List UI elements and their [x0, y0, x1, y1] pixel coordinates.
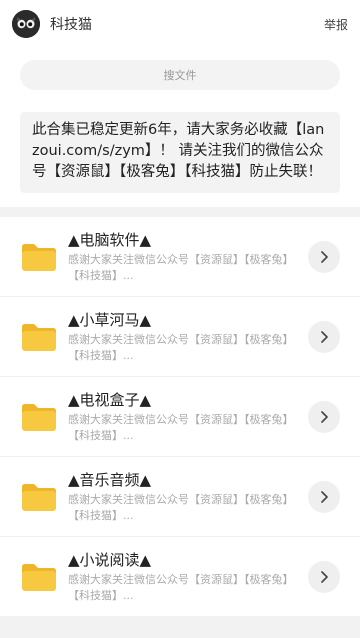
open-folder-button[interactable] [308, 480, 340, 513]
folder-item[interactable]: ▲小草河马▲ 感谢大家关注微信公众号【资源鼠】【极客兔】【科技猫】... [0, 297, 360, 377]
collection-notice: 此合集已稳定更新6年，请大家务必收藏【lanzoui.com/s/zym】！ 请… [20, 112, 340, 193]
folder-item[interactable]: ▲电视盒子▲ 感谢大家关注微信公众号【资源鼠】【极客兔】【科技猫】... [0, 377, 360, 457]
chevron-right-icon [321, 490, 328, 503]
chevron-right-icon [321, 250, 328, 263]
chevron-right-icon [321, 330, 328, 343]
folder-name: ▲音乐音频▲ [68, 470, 152, 489]
app-title: 科技猫 [50, 17, 92, 33]
folder-name: ▲电视盒子▲ [68, 390, 152, 409]
open-folder-button[interactable] [308, 320, 340, 353]
search-input[interactable]: 搜文件 [20, 60, 340, 90]
chevron-right-icon [321, 410, 328, 423]
folder-item[interactable]: ▲电脑软件▲ 感谢大家关注微信公众号【资源鼠】【极客兔】【科技猫】... [0, 217, 360, 297]
open-folder-button[interactable] [308, 400, 340, 433]
folder-name: ▲小说阅读▲ [68, 550, 152, 569]
folder-name: ▲电脑软件▲ [68, 230, 152, 249]
folder-item[interactable]: ▲小说阅读▲ 感谢大家关注微信公众号【资源鼠】【极客兔】【科技猫】... [0, 537, 360, 617]
folder-description: 感谢大家关注微信公众号【资源鼠】【极客兔】【科技猫】... [68, 572, 294, 602]
cat-avatar-icon[interactable] [12, 10, 40, 38]
chevron-right-icon [321, 570, 328, 583]
app-header: 科技猫 举报 [0, 0, 360, 48]
open-folder-button[interactable] [308, 240, 340, 273]
folder-description: 感谢大家关注微信公众号【资源鼠】【极客兔】【科技猫】... [68, 492, 294, 522]
folder-item[interactable]: ▲音乐音频▲ 感谢大家关注微信公众号【资源鼠】【极客兔】【科技猫】... [0, 457, 360, 537]
report-link[interactable]: 举报 [324, 16, 348, 33]
folder-name: ▲小草河马▲ [68, 310, 152, 329]
folder-description: 感谢大家关注微信公众号【资源鼠】【极客兔】【科技猫】... [68, 252, 294, 282]
folder-description: 感谢大家关注微信公众号【资源鼠】【极客兔】【科技猫】... [68, 332, 294, 362]
section-divider [0, 207, 360, 217]
folder-icon [22, 403, 56, 431]
folder-list: ▲电脑软件▲ 感谢大家关注微信公众号【资源鼠】【极客兔】【科技猫】... ▲小草… [0, 217, 360, 617]
open-folder-button[interactable] [308, 560, 340, 593]
folder-icon [22, 323, 56, 351]
folder-icon [22, 243, 56, 271]
folder-icon [22, 563, 56, 591]
folder-icon [22, 483, 56, 511]
folder-description: 感谢大家关注微信公众号【资源鼠】【极客兔】【科技猫】... [68, 412, 294, 442]
top-section: 搜文件 此合集已稳定更新6年，请大家务必收藏【lanzoui.com/s/zym… [0, 48, 360, 207]
